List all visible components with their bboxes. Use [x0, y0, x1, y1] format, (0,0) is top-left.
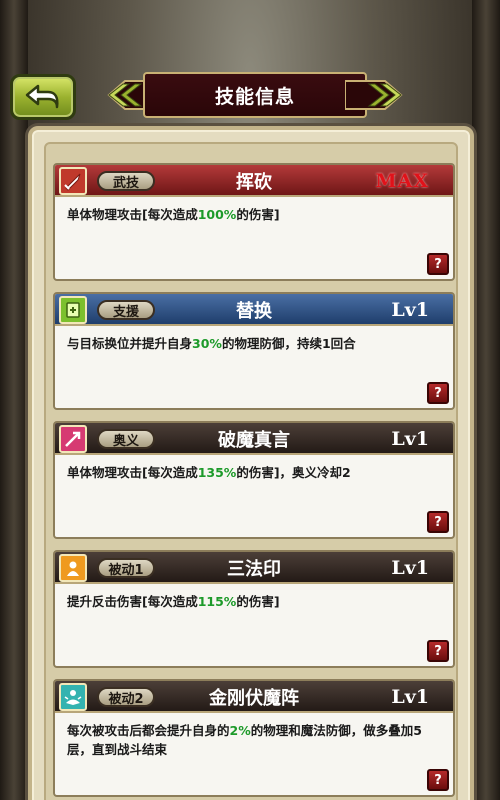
skill-type-tag: 奥义 [97, 429, 155, 449]
skill-card-header: 武技 挥砍 MAX [55, 165, 453, 197]
skill-type-tag: 武技 [97, 171, 155, 191]
skill-description: 提升反击伤害[每次造成115%的伤害] [55, 584, 453, 611]
desc-text: 与目标换位并提升自身 [67, 336, 193, 351]
sword-icon [59, 167, 87, 195]
skill-level: Lv1 [391, 557, 429, 579]
desc-text: 的伤害] [236, 594, 280, 609]
skill-description: 单体物理攻击[每次造成100%的伤害] [55, 197, 453, 224]
help-button[interactable]: ? [427, 769, 449, 791]
skill-description: 与目标换位并提升自身30%的物理防御，持续1回合 [55, 326, 453, 353]
meditate-icon [59, 683, 87, 711]
desc-text: 提升反击伤害[每次造成 [67, 594, 198, 609]
figure-icon [59, 554, 87, 582]
desc-percent: 115% [197, 594, 237, 609]
title-banner: 技能信息 [95, 72, 415, 118]
desc-text: 的伤害] [236, 207, 280, 222]
help-button[interactable]: ? [427, 253, 449, 275]
skill-card[interactable]: 支援 替换 Lv1 与目标换位并提升自身30%的物理防御，持续1回合 ? [53, 292, 455, 410]
skill-level: Lv1 [391, 299, 429, 321]
slash-arrow-icon [59, 425, 87, 453]
skill-type-tag: 支援 [97, 300, 155, 320]
desc-text: 的伤害]，奥义冷却2 [236, 465, 351, 480]
skill-card[interactable]: 武技 挥砍 MAX 单体物理攻击[每次造成100%的伤害] ? [53, 163, 455, 281]
right-pillar [472, 0, 500, 800]
skill-card-header: 被动2 金刚伏魔阵 Lv1 [55, 681, 453, 713]
skill-card-header: 被动1 三法印 Lv1 [55, 552, 453, 584]
page-title: 技能信息 [143, 72, 367, 118]
right-chevron-ornament [345, 80, 403, 110]
desc-text: 单体物理攻击[每次造成 [67, 207, 198, 222]
desc-text: 单体物理攻击[每次造成 [67, 465, 198, 480]
help-button[interactable]: ? [427, 382, 449, 404]
help-button[interactable]: ? [427, 640, 449, 662]
skill-card[interactable]: 奥义 破魔真言 Lv1 单体物理攻击[每次造成135%的伤害]，奥义冷却2 ? [53, 421, 455, 539]
help-button[interactable]: ? [427, 511, 449, 533]
desc-percent: 2% [229, 723, 251, 738]
skill-card[interactable]: 被动2 金刚伏魔阵 Lv1 每次被攻击后都会提升自身的2%的物理和魔法防御，做多… [53, 679, 455, 797]
skill-card[interactable]: 被动1 三法印 Lv1 提升反击伤害[每次造成115%的伤害] ? [53, 550, 455, 668]
back-arrow-icon [25, 84, 59, 109]
skill-description: 单体物理攻击[每次造成135%的伤害]，奥义冷却2 [55, 455, 453, 482]
skill-level: MAX [375, 170, 429, 192]
left-pillar [0, 0, 28, 800]
desc-percent: 100% [197, 207, 237, 222]
desc-text: 每次被攻击后都会提升自身的 [67, 723, 230, 738]
desc-text: 的物理防御，持续1回合 [221, 336, 356, 351]
desc-percent: 135% [197, 465, 237, 480]
skill-level: Lv1 [391, 428, 429, 450]
skill-level: Lv1 [391, 686, 429, 708]
desc-percent: 30% [192, 336, 222, 351]
skill-type-tag: 被动1 [97, 558, 155, 578]
skill-card-header: 支援 替换 Lv1 [55, 294, 453, 326]
skill-type-tag: 被动2 [97, 687, 155, 707]
support-card-icon [59, 296, 87, 324]
skill-description: 每次被攻击后都会提升自身的2%的物理和魔法防御，做多叠加5层，直到战斗结束 [55, 713, 453, 759]
skill-card-header: 奥义 破魔真言 Lv1 [55, 423, 453, 455]
back-button[interactable] [10, 74, 76, 120]
